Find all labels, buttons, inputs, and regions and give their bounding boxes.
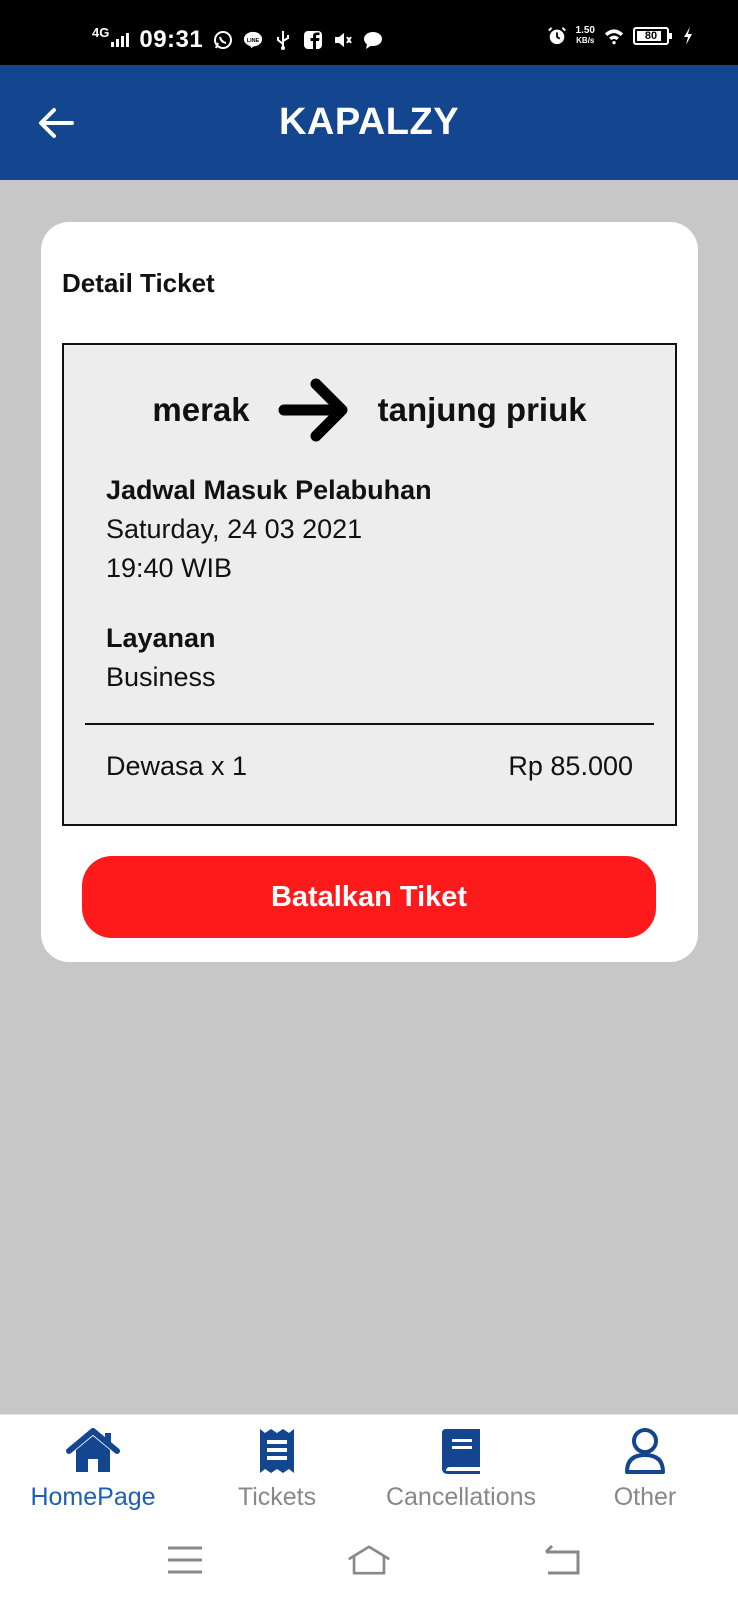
schedule-date: Saturday, 24 03 2021 [106, 514, 363, 544]
nav-other[interactable]: Other [553, 1425, 737, 1512]
status-time: 09:31 [139, 26, 204, 53]
mute-icon [333, 30, 353, 50]
back-icon [544, 1544, 580, 1575]
wifi-icon [604, 26, 624, 46]
route-origin: merak [152, 391, 250, 428]
home-icon [66, 1425, 120, 1477]
battery-icon: 80 [633, 27, 672, 45]
system-back-button[interactable] [540, 1540, 584, 1580]
app-title: KAPALZY [278, 101, 460, 143]
card-title: Detail Ticket [62, 268, 215, 298]
cancel-ticket-button[interactable]: Batalkan Tiket [82, 856, 656, 938]
divider [85, 723, 654, 725]
status-bar-right: 1.50 KB/s 80 [547, 26, 698, 46]
nav-label-cancellations: Cancellations [385, 1483, 537, 1511]
usb-icon [273, 30, 293, 50]
nav-tickets[interactable]: Tickets [185, 1425, 369, 1512]
line-icon: LINE [243, 30, 263, 50]
whatsapp-icon [213, 30, 233, 50]
status-bar: 4G 09:31 LINE 1.50 KB/s 80 [0, 0, 738, 65]
schedule-label: Jadwal Masuk Pelabuhan [106, 475, 432, 505]
book-icon [434, 1425, 488, 1477]
user-icon [618, 1425, 672, 1477]
passenger-count: Dewasa x 1 [106, 751, 248, 781]
ticket-detail-card: Detail Ticket merak tanjung priuk Jadwal… [41, 222, 698, 962]
bottom-navigation: HomePage Tickets Cancellations Other [0, 1414, 738, 1522]
signal-icon [111, 33, 130, 47]
nav-label-tickets: Tickets [237, 1483, 317, 1511]
receipt-icon [250, 1425, 304, 1477]
app-bar: KAPALZY [0, 65, 738, 180]
network-type: 4G [92, 24, 110, 40]
system-home-button[interactable] [347, 1540, 391, 1580]
nav-label-other: Other [613, 1483, 677, 1511]
route-destination: tanjung priuk [377, 391, 587, 428]
system-navigation-bar [0, 1522, 738, 1600]
ticket-price: Rp 85.000 [508, 751, 633, 781]
alarm-icon [547, 26, 567, 46]
schedule-block: Jadwal Masuk Pelabuhan Saturday, 24 03 2… [106, 471, 432, 588]
battery-level: 80 [644, 30, 658, 42]
status-bar-left: 4G 09:31 LINE [92, 24, 383, 54]
message-icon [363, 30, 383, 50]
arrow-right-icon [278, 378, 348, 442]
system-menu-button[interactable] [163, 1540, 207, 1580]
home-outline-icon [348, 1545, 390, 1575]
service-block: Layanan Business [106, 619, 216, 697]
service-label: Layanan [106, 623, 216, 653]
facebook-icon [303, 30, 323, 50]
route: merak tanjung priuk [64, 375, 675, 445]
service-value: Business [106, 662, 216, 692]
charging-icon [678, 26, 698, 46]
network-speed: 1.50 KB/s [576, 26, 595, 46]
speed-unit: KB/s [576, 36, 595, 45]
nav-cancellations[interactable]: Cancellations [369, 1425, 553, 1512]
menu-icon [168, 1546, 202, 1574]
nav-homepage[interactable]: HomePage [1, 1425, 185, 1512]
schedule-time: 19:40 WIB [106, 553, 233, 583]
ticket-box: merak tanjung priuk Jadwal Masuk Pelabuh… [62, 343, 677, 826]
speed-value: 1.50 [575, 25, 595, 36]
nav-label-homepage: HomePage [30, 1483, 156, 1511]
svg-text:LINE: LINE [247, 38, 260, 44]
